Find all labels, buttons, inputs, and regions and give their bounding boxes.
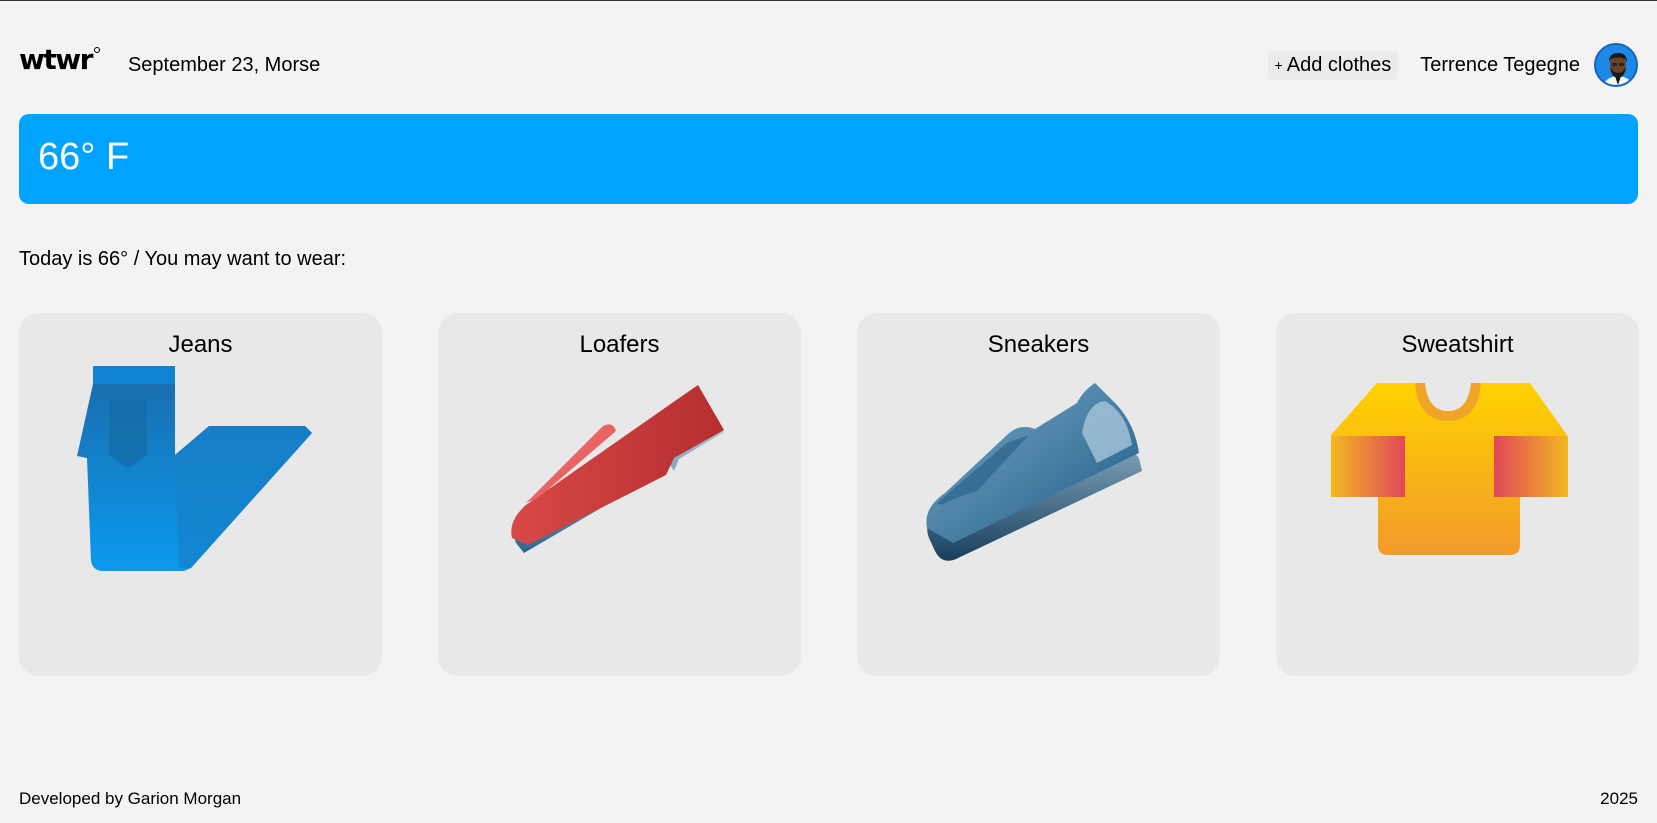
loafers-icon: [511, 385, 724, 553]
date-location: September 23, Morse: [127, 53, 321, 76]
avatar-image: [1596, 45, 1636, 85]
sweatshirt-icon: [1331, 383, 1568, 555]
plus-icon: +: [1274, 57, 1283, 73]
footer-year: 2025: [1600, 789, 1638, 808]
recommendation-text: Today is 66° / You may want to wear:: [19, 248, 347, 270]
logo[interactable]: wtwr: [19, 43, 100, 76]
logo-degree-mark: [93, 46, 100, 53]
add-clothes-label: Add clothes: [1286, 53, 1392, 76]
jeans-icon: [77, 366, 312, 571]
item-card-jeans[interactable]: Jeans: [19, 313, 382, 676]
developer-credit: Developed by Garion Morgan: [19, 789, 242, 808]
item-card-loafers[interactable]: Loafers: [438, 313, 801, 676]
weather-card: 66° F: [19, 114, 1638, 204]
add-clothes-button[interactable]: + Add clothes: [1267, 50, 1399, 80]
footer: Developed by Garion Morgan 2025: [19, 789, 1638, 809]
item-card-title: Loafers: [579, 331, 660, 358]
avatar[interactable]: [1594, 43, 1638, 87]
clothing-cards: Jeans Loafers Sneakers Sweatshirt: [19, 313, 1639, 676]
sneakers-icon: [926, 383, 1142, 561]
item-card-title: Jeans: [168, 331, 233, 358]
item-card-sneakers[interactable]: Sneakers: [857, 313, 1220, 676]
item-card-title: Sneakers: [987, 331, 1090, 358]
temperature: 66° F: [38, 136, 130, 178]
app-header: wtwr September 23, Morse + Add clothes T…: [19, 41, 1638, 89]
item-card-sweatshirt[interactable]: Sweatshirt: [1276, 313, 1639, 676]
username: Terrence Tegegne: [1420, 53, 1580, 76]
item-card-title: Sweatshirt: [1401, 331, 1514, 358]
